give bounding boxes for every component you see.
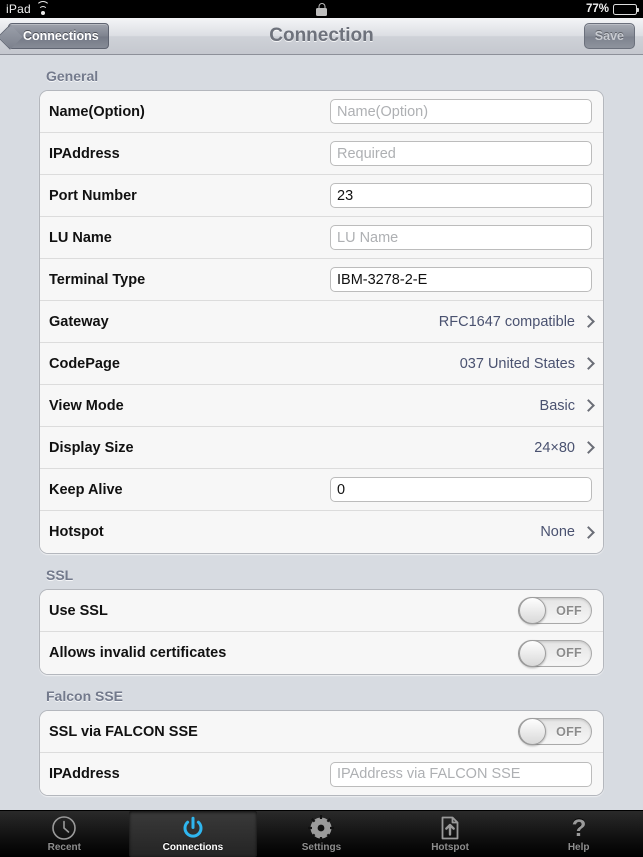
row-label: Terminal Type [49, 271, 146, 288]
value-codepage: 037 United States [459, 355, 575, 372]
row-label: CodePage [49, 355, 120, 372]
input-port-number[interactable] [330, 183, 592, 208]
power-icon [180, 815, 206, 840]
row-label: IPAddress [49, 766, 120, 782]
row-codepage[interactable]: CodePage 037 United States [40, 343, 603, 385]
row-label: Name(Option) [49, 103, 145, 120]
row-gateway[interactable]: Gateway RFC1647 compatible [40, 301, 603, 343]
chevron-right-icon [584, 526, 592, 539]
row-ssl-via-falcon-sse: SSL via FALCON SSE OFF [40, 711, 603, 753]
section-header-falcon-sse: Falcon SSE [46, 688, 124, 704]
section-card-falcon-sse: SSL via FALCON SSE OFF IPAddress [39, 710, 604, 796]
svg-text:?: ? [571, 815, 586, 841]
row-view-mode[interactable]: View Mode Basic [40, 385, 603, 427]
row-ipaddress: IPAddress [40, 753, 603, 795]
tab-settings[interactable]: Settings [257, 811, 386, 857]
rotation-lock-icon [316, 2, 327, 16]
section-header-ssl: SSL [46, 567, 74, 583]
tab-bar: Recent Connections Settings Hotspot? Help [0, 810, 643, 857]
status-bar: iPad 77% [0, 0, 643, 18]
row-display-size[interactable]: Display Size 24×80 [40, 427, 603, 469]
device-name-label: iPad [6, 2, 31, 16]
input-lu-name[interactable] [330, 225, 592, 250]
tab-connections[interactable]: Connections [128, 811, 258, 857]
row-label: SSL via FALCON SSE [49, 723, 198, 740]
row-terminal-type: Terminal Type [40, 259, 603, 301]
status-bar-left: iPad [6, 0, 50, 16]
row-label: Display Size [49, 439, 134, 456]
save-button[interactable]: Save [583, 23, 635, 49]
row-label: Port Number [49, 187, 137, 204]
settings-scroll-view[interactable]: General Name(Option) IPAddress Port Number L… [0, 55, 643, 810]
toggle-knob [519, 639, 546, 667]
input-ipaddress[interactable] [330, 761, 592, 787]
status-bar-center [0, 2, 643, 16]
row-label: LU Name [49, 229, 112, 246]
row-allows-invalid-certificates: Allows invalid certificates OFF [40, 632, 603, 674]
row-label: View Mode [49, 397, 124, 414]
row-port-number: Port Number [40, 175, 603, 217]
input-keep-alive[interactable] [330, 477, 592, 502]
row-use-ssl: Use SSL OFF [40, 590, 603, 632]
value-display-size: 24×80 [534, 439, 575, 456]
tab-hotspot[interactable]: Hotspot [386, 811, 515, 857]
row-label: Allows invalid certificates [49, 645, 227, 661]
row-label: Keep Alive [49, 481, 123, 498]
tab-label: Help [567, 842, 590, 853]
navigation-bar: Connections Connection Save [0, 18, 643, 55]
input-terminal-type[interactable] [330, 267, 592, 292]
input-ipaddress[interactable] [330, 141, 592, 166]
row-label: Hotspot [49, 524, 104, 540]
toggle-use-ssl[interactable]: OFF [518, 597, 592, 624]
toggle-state-label: OFF [556, 724, 582, 739]
back-button-label: Connections [23, 29, 99, 43]
chevron-right-icon [584, 315, 592, 328]
toggle-knob [519, 597, 546, 624]
section-header-general: General [46, 68, 99, 84]
value-hotspot: None [540, 524, 575, 540]
row-label: IPAddress [49, 145, 120, 162]
section-card-general: Name(Option) IPAddress Port Number LU Name T… [39, 90, 604, 554]
tab-label: Recent [47, 842, 81, 853]
toggle-ssl-via-falcon-sse[interactable]: OFF [518, 718, 592, 745]
question-mark-icon: ? [566, 815, 592, 841]
clock-icon [51, 815, 77, 840]
status-bar-right: 77% [585, 3, 640, 15]
chevron-right-icon [584, 357, 592, 370]
row-ipaddress: IPAddress [40, 133, 603, 175]
value-view-mode: Basic [539, 397, 575, 414]
tab-label: Hotspot [431, 842, 469, 853]
row-label: Use SSL [49, 602, 108, 619]
battery-percent-label: 77% [585, 3, 609, 15]
toggle-state-label: OFF [556, 646, 582, 660]
row-name-option: Name(Option) [40, 91, 603, 133]
tab-help[interactable]: ? Help [514, 811, 643, 857]
section-card-ssl: Use SSL OFF Allows invalid certificates OFF [39, 589, 604, 675]
tab-label: Connections [162, 842, 224, 853]
row-keep-alive: Keep Alive [40, 469, 603, 511]
row-label: Gateway [49, 313, 109, 330]
back-button-connections[interactable]: Connections [8, 23, 109, 49]
input-name-option[interactable] [330, 99, 592, 124]
chevron-right-icon [584, 399, 592, 412]
gear-icon [308, 814, 335, 841]
document-upload-icon [437, 815, 463, 840]
ipad-screen: iPad 77% Connections Connection Save Gen… [0, 0, 643, 857]
toggle-state-label: OFF [556, 603, 582, 618]
toggle-knob [519, 718, 546, 745]
tab-recent[interactable]: Recent [0, 811, 129, 857]
tab-label: Settings [301, 842, 342, 853]
chevron-right-icon [584, 441, 592, 454]
row-hotspot[interactable]: Hotspot None [40, 511, 603, 553]
save-button-label: Save [594, 29, 624, 43]
toggle-allows-invalid-certificates[interactable]: OFF [518, 639, 592, 667]
row-lu-name: LU Name [40, 217, 603, 259]
value-gateway: RFC1647 compatible [438, 313, 575, 330]
wifi-icon [35, 0, 50, 15]
battery-icon [613, 3, 640, 15]
